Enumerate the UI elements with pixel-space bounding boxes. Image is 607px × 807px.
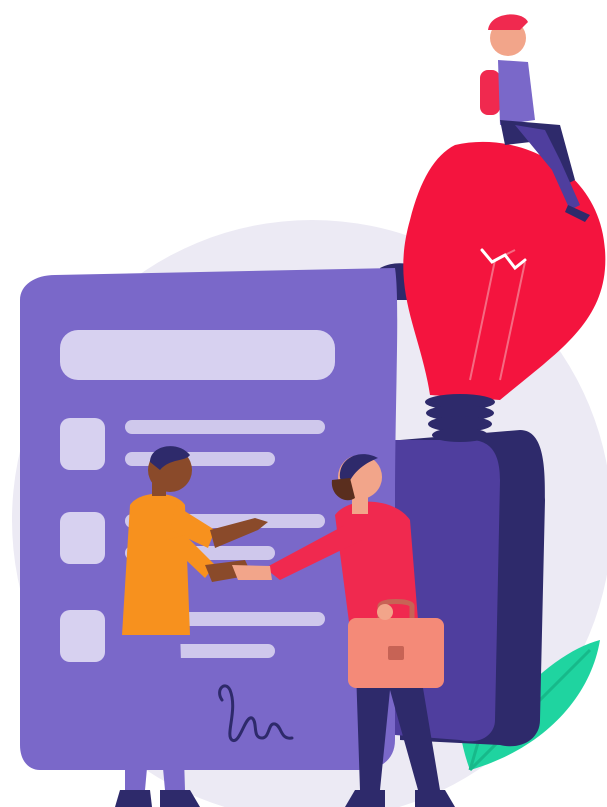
agreement-illustration	[12, 14, 607, 807]
